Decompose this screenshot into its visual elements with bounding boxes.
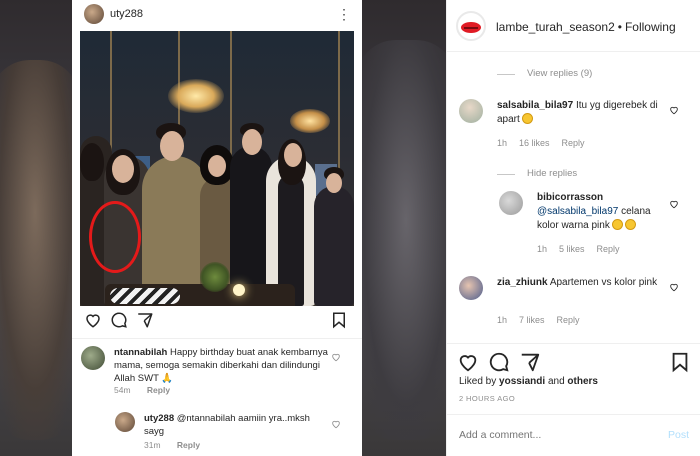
- striped-cushion: [110, 288, 180, 304]
- person-face: [242, 129, 262, 155]
- person: [314, 186, 354, 306]
- bookmark-icon: [333, 312, 345, 329]
- share-icon: [138, 313, 153, 328]
- comment-reply-item: bibicorrasson @salsabila_bila97 celana k…: [537, 191, 657, 233]
- comment-time: 1h: [497, 315, 508, 325]
- liked-by-user[interactable]: yossiandi: [499, 376, 545, 387]
- post-comment-button[interactable]: Post: [668, 429, 689, 441]
- post-timestamp[interactable]: 2 HOURS AGO: [459, 394, 515, 403]
- liked-by-and: and: [547, 376, 565, 387]
- commenter-avatar: [115, 412, 135, 432]
- post-header: lambe_turah_season2 • Following: [447, 0, 700, 52]
- comments-list: View replies (9) salsabila_bila97 Itu yg…: [447, 53, 700, 343]
- comment-username[interactable]: zia_zhiunk: [497, 277, 548, 288]
- heart-icon: [86, 314, 100, 328]
- comment-meta: 1h 16 likes Reply: [497, 138, 597, 148]
- liked-by: Liked by yossiandi and others: [459, 376, 598, 387]
- plant: [200, 262, 230, 292]
- comment-meta: 31m Reply: [144, 440, 200, 450]
- background-photo: uty288 ⋮ ntannabilah Happy birthday buat…: [0, 0, 446, 456]
- embedded-reply: uty288 @ntannabilah aamiin yra..mksh say…: [144, 412, 324, 438]
- comment-time: 54m: [114, 385, 131, 395]
- embedded-username: uty288: [110, 8, 144, 20]
- blurred-background-left: [0, 60, 80, 440]
- person-face: [160, 131, 184, 161]
- account-avatar[interactable]: [456, 11, 486, 41]
- grin-emoji-icon: [624, 219, 636, 230]
- comment-icon[interactable]: [488, 351, 510, 373]
- following-button[interactable]: Following: [625, 20, 676, 34]
- post-header-title: lambe_turah_season2 • Following: [496, 20, 676, 34]
- comment-icon: [111, 312, 127, 328]
- add-comment-input[interactable]: [459, 429, 649, 441]
- person-face: [208, 155, 226, 177]
- comment-username[interactable]: salsabila_bila97: [497, 100, 573, 111]
- embedded-post-actions: [84, 311, 350, 331]
- comment-reply: Reply: [176, 440, 201, 450]
- comment-likes[interactable]: 5 likes: [559, 244, 585, 254]
- chandelier: [290, 109, 330, 133]
- more-options-icon: ⋮: [337, 6, 351, 22]
- comment-time: 1h: [497, 138, 508, 148]
- comment-username: ntannabilah: [114, 347, 168, 358]
- comment-likes[interactable]: 16 likes: [519, 138, 550, 148]
- lips-line: [464, 27, 478, 29]
- person-face: [326, 173, 342, 193]
- account-name[interactable]: lambe_turah_season2: [496, 20, 615, 34]
- person-face: [284, 143, 302, 167]
- comment-reply[interactable]: Reply: [597, 244, 620, 254]
- share-icon[interactable]: [519, 351, 541, 373]
- embedded-comment: ntannabilah Happy birthday buat anak kem…: [114, 346, 334, 385]
- person-hair: [80, 143, 104, 181]
- comment: salsabila_bila97 Itu yg digerebek di apa…: [497, 99, 667, 127]
- separator: •: [617, 20, 622, 34]
- heart-icon[interactable]: [457, 351, 479, 373]
- comment: zia_zhiunk Apartemen vs kolor pink: [497, 276, 662, 290]
- commenter-avatar: [81, 346, 105, 370]
- liked-by-others[interactable]: others: [567, 376, 598, 387]
- comment-like-icon[interactable]: [669, 282, 679, 292]
- commenter-avatar[interactable]: [459, 276, 483, 300]
- comment-reply[interactable]: Reply: [562, 138, 585, 148]
- hide-replies-button[interactable]: Hide replies: [527, 168, 577, 179]
- candle: [233, 284, 245, 296]
- comment-likes[interactable]: 7 likes: [519, 315, 545, 325]
- embedded-avatar: [84, 4, 104, 24]
- bookmark-icon[interactable]: [669, 351, 691, 373]
- comment-like-icon: [332, 420, 340, 429]
- add-comment-row: Post: [447, 414, 700, 456]
- replies-line: [497, 74, 515, 75]
- comment-time: 31m: [144, 440, 161, 450]
- person-face: [112, 155, 134, 183]
- comment-meta: 1h 7 likes Reply: [497, 315, 592, 325]
- party-photo: [80, 31, 354, 306]
- liked-by-prefix: Liked by: [459, 376, 497, 387]
- grin-emoji-icon: [521, 113, 533, 124]
- chandelier: [168, 79, 224, 113]
- comment-reply: Reply: [146, 385, 171, 395]
- comments-panel: lambe_turah_season2 • Following View repli…: [446, 0, 700, 456]
- comment-username[interactable]: bibicorrasson: [537, 192, 603, 203]
- comment-username: uty288: [144, 413, 175, 424]
- comment-time: 1h: [537, 244, 548, 254]
- divider: [72, 338, 362, 339]
- embedded-post-header: uty288 ⋮: [72, 0, 362, 28]
- comment-reply[interactable]: Reply: [557, 315, 580, 325]
- commenter-avatar[interactable]: [499, 191, 523, 215]
- blurred-background-right: [356, 40, 446, 440]
- comment-like-icon: [332, 353, 340, 362]
- comment-mention[interactable]: @salsabila_bila97: [537, 206, 618, 217]
- comment-like-icon[interactable]: [669, 199, 679, 209]
- comment-meta: 54m Reply: [114, 385, 170, 395]
- comment-like-icon[interactable]: [669, 105, 679, 115]
- commenter-avatar[interactable]: [459, 99, 483, 123]
- red-annotation-circle: [89, 201, 141, 273]
- comment-meta: 1h 5 likes Reply: [537, 244, 632, 254]
- grin-emoji-icon: [611, 219, 623, 230]
- comment-text: Apartemen vs kolor pink: [549, 277, 658, 288]
- embedded-post-screenshot: uty288 ⋮ ntannabilah Happy birthday buat…: [72, 0, 362, 456]
- view-replies-button[interactable]: View replies (9): [527, 68, 592, 79]
- replies-line: [497, 174, 515, 175]
